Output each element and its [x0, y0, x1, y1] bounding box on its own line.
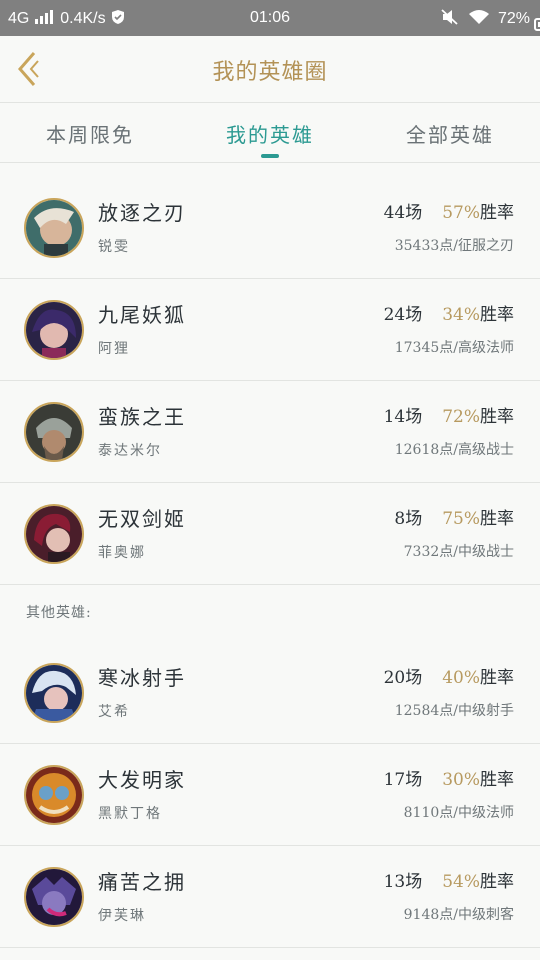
hero-name: 泰达米尔: [98, 443, 162, 459]
battery-icon: [534, 18, 540, 31]
hero-stats: 14场 72%胜率: [384, 402, 514, 427]
games-count: 8场: [394, 509, 423, 529]
hero-row[interactable]: 蛮族之王 泰达米尔 14场 72%胜率 12618点/高级战士: [0, 381, 540, 483]
hero-points: 8110点/中级法师: [403, 805, 514, 821]
other-heroes-label: 其他英雄:: [26, 605, 92, 621]
games-count: 44场: [383, 203, 423, 223]
games-count: 17场: [383, 770, 423, 790]
win-rate: 34%: [442, 305, 480, 325]
app-header: 我的英雄圈: [0, 36, 540, 103]
hero-row[interactable]: 无双剑姬 菲奥娜 8场 75%胜率 7332点/中级战士: [0, 483, 540, 585]
status-bar: 4G 0.4K/s 01:06 72%: [0, 0, 540, 36]
hero-points: 35433点/征服之刃: [394, 238, 514, 254]
hero-name: 艾希: [98, 704, 130, 720]
tab-bar: 本周限免 我的英雄 全部英雄: [0, 103, 540, 163]
win-rate: 57%: [442, 203, 480, 223]
hero-points: 7332点/中级战士: [403, 544, 514, 560]
hero-avatar: [24, 765, 84, 825]
hero-points: 12584点/中级射手: [394, 703, 514, 719]
hero-row[interactable]: 放逐之刃 锐雯 44场 57%胜率 35433点/征服之刃: [0, 177, 540, 279]
win-rate-label: 胜率: [480, 872, 514, 892]
games-count: 14场: [383, 407, 423, 427]
hero-stats: 13场 54%胜率: [384, 867, 514, 892]
hero-avatar: [24, 300, 84, 360]
hero-row[interactable]: 寒冰射手 艾希 20场 40%胜率 12584点/中级射手: [0, 642, 540, 744]
hero-title: 九尾妖狐: [98, 303, 186, 327]
hero-row[interactable]: 痛苦之拥 伊芙琳 13场 54%胜率 9148点/中级刺客: [0, 846, 540, 948]
hero-name: 黑默丁格: [98, 806, 162, 822]
hero-stats: 8场 75%胜率: [394, 504, 514, 529]
hero-name: 菲奥娜: [98, 545, 146, 561]
hero-avatar: [24, 402, 84, 462]
mute-icon: [441, 9, 458, 25]
hero-points: 9148点/中级刺客: [403, 907, 514, 923]
hero-title: 痛苦之拥: [98, 870, 186, 894]
hero-stats: 17场 30%胜率: [384, 765, 514, 790]
hero-title: 放逐之刃: [98, 201, 186, 225]
hero-stats: 44场 57%胜率: [384, 198, 514, 223]
win-rate-label: 胜率: [480, 509, 514, 529]
hero-row[interactable]: 大发明家 黑默丁格 17场 30%胜率 8110点/中级法师: [0, 744, 540, 846]
tab-weekly-free[interactable]: 本周限免: [0, 119, 180, 148]
win-rate: 40%: [442, 668, 480, 688]
status-right: 72%: [441, 9, 540, 31]
tab-my-heroes[interactable]: 我的英雄: [180, 119, 360, 148]
hero-title: 寒冰射手: [98, 666, 186, 690]
games-count: 13场: [383, 872, 423, 892]
win-rate-label: 胜率: [480, 407, 514, 427]
win-rate-label: 胜率: [480, 305, 514, 325]
hero-title: 大发明家: [98, 768, 186, 792]
hero-name: 锐雯: [98, 239, 130, 255]
active-tab-indicator: [261, 154, 279, 158]
hero-avatar: [24, 867, 84, 927]
page-title: 我的英雄圈: [212, 60, 328, 85]
hero-title: 蛮族之王: [98, 405, 186, 429]
battery-percent: 72%: [497, 10, 530, 27]
hero-avatar: [24, 504, 84, 564]
tab-all-heroes[interactable]: 全部英雄: [360, 119, 540, 148]
wifi-icon: [468, 10, 489, 24]
win-rate-label: 胜率: [480, 203, 514, 223]
win-rate: 54%: [442, 872, 480, 892]
hero-row[interactable]: 九尾妖狐 阿狸 24场 34%胜率 17345点/高级法师: [0, 279, 540, 381]
games-count: 24场: [383, 305, 423, 325]
win-rate: 75%: [442, 509, 480, 529]
hero-name: 伊芙琳: [98, 908, 146, 924]
hero-avatar: [24, 663, 84, 723]
games-count: 20场: [383, 668, 423, 688]
win-rate-label: 胜率: [480, 770, 514, 790]
hero-title: 无双剑姬: [98, 507, 186, 531]
hero-avatar: [24, 198, 84, 258]
win-rate-label: 胜率: [480, 668, 514, 688]
hero-stats: 24场 34%胜率: [384, 300, 514, 325]
hero-name: 阿狸: [98, 341, 130, 357]
win-rate: 72%: [442, 407, 480, 427]
hero-points: 12618点/高级战士: [394, 442, 514, 458]
win-rate: 30%: [442, 770, 480, 790]
hero-stats: 20场 40%胜率: [384, 663, 514, 688]
hero-points: 17345点/高级法师: [394, 340, 514, 356]
